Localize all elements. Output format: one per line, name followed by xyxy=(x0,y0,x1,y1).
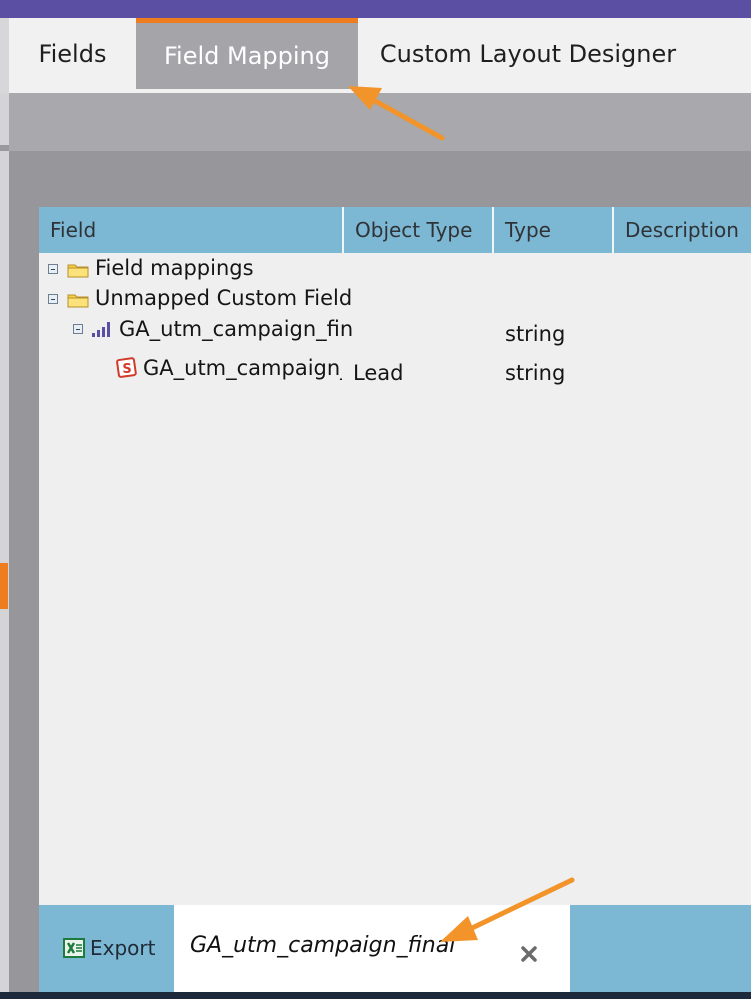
column-header-field[interactable]: Field xyxy=(39,207,342,253)
tab-fields[interactable]: Fields xyxy=(9,18,136,89)
svg-text:S: S xyxy=(122,362,131,377)
field-icon xyxy=(92,322,110,337)
collapse-icon[interactable] xyxy=(48,264,58,274)
tab-custom-layout-designer[interactable]: Custom Layout Designer xyxy=(358,18,698,89)
column-header-type[interactable]: Type xyxy=(494,207,612,253)
cell-type: string xyxy=(505,322,566,346)
tab-field-mapping[interactable]: Field Mapping xyxy=(136,18,358,89)
cell-object-type: Lead xyxy=(353,361,404,385)
tree-label: Field mappings xyxy=(95,256,254,280)
export-button[interactable]: Export xyxy=(62,935,155,961)
side-marker xyxy=(0,563,8,609)
tree-label: GA_utm_campaign_ xyxy=(143,356,342,380)
annotation-arrow-icon xyxy=(348,86,445,141)
collapse-icon[interactable] xyxy=(48,294,58,304)
grid-header: Field Object Type Type Description xyxy=(39,207,751,253)
column-header-description[interactable]: Description xyxy=(614,207,751,253)
bottom-bar xyxy=(0,992,751,999)
app-top-bar xyxy=(0,0,751,18)
salesforce-lead-icon: S xyxy=(116,357,137,378)
left-divider xyxy=(0,145,9,151)
left-edge-panel xyxy=(0,18,9,93)
field-mapping-grid: Field Object Type Type Description Field… xyxy=(39,207,751,905)
grid-footer: Export GA_utm_campaign_final xyxy=(39,905,751,992)
left-sidebar-edge xyxy=(0,93,9,999)
tree-label: Unmapped Custom Field xyxy=(95,286,353,310)
annotation-arrow-icon xyxy=(440,877,575,942)
filter-input-value: GA_utm_campaign_final xyxy=(190,933,456,958)
tree-label: GA_utm_campaign_fin xyxy=(119,317,354,341)
folder-icon xyxy=(67,294,89,308)
folder-icon xyxy=(67,264,89,278)
collapse-icon[interactable] xyxy=(73,324,83,334)
excel-icon xyxy=(63,938,85,958)
column-header-object-type[interactable]: Object Type xyxy=(344,207,492,253)
export-label: Export xyxy=(90,936,156,960)
cell-type: string xyxy=(505,361,566,385)
